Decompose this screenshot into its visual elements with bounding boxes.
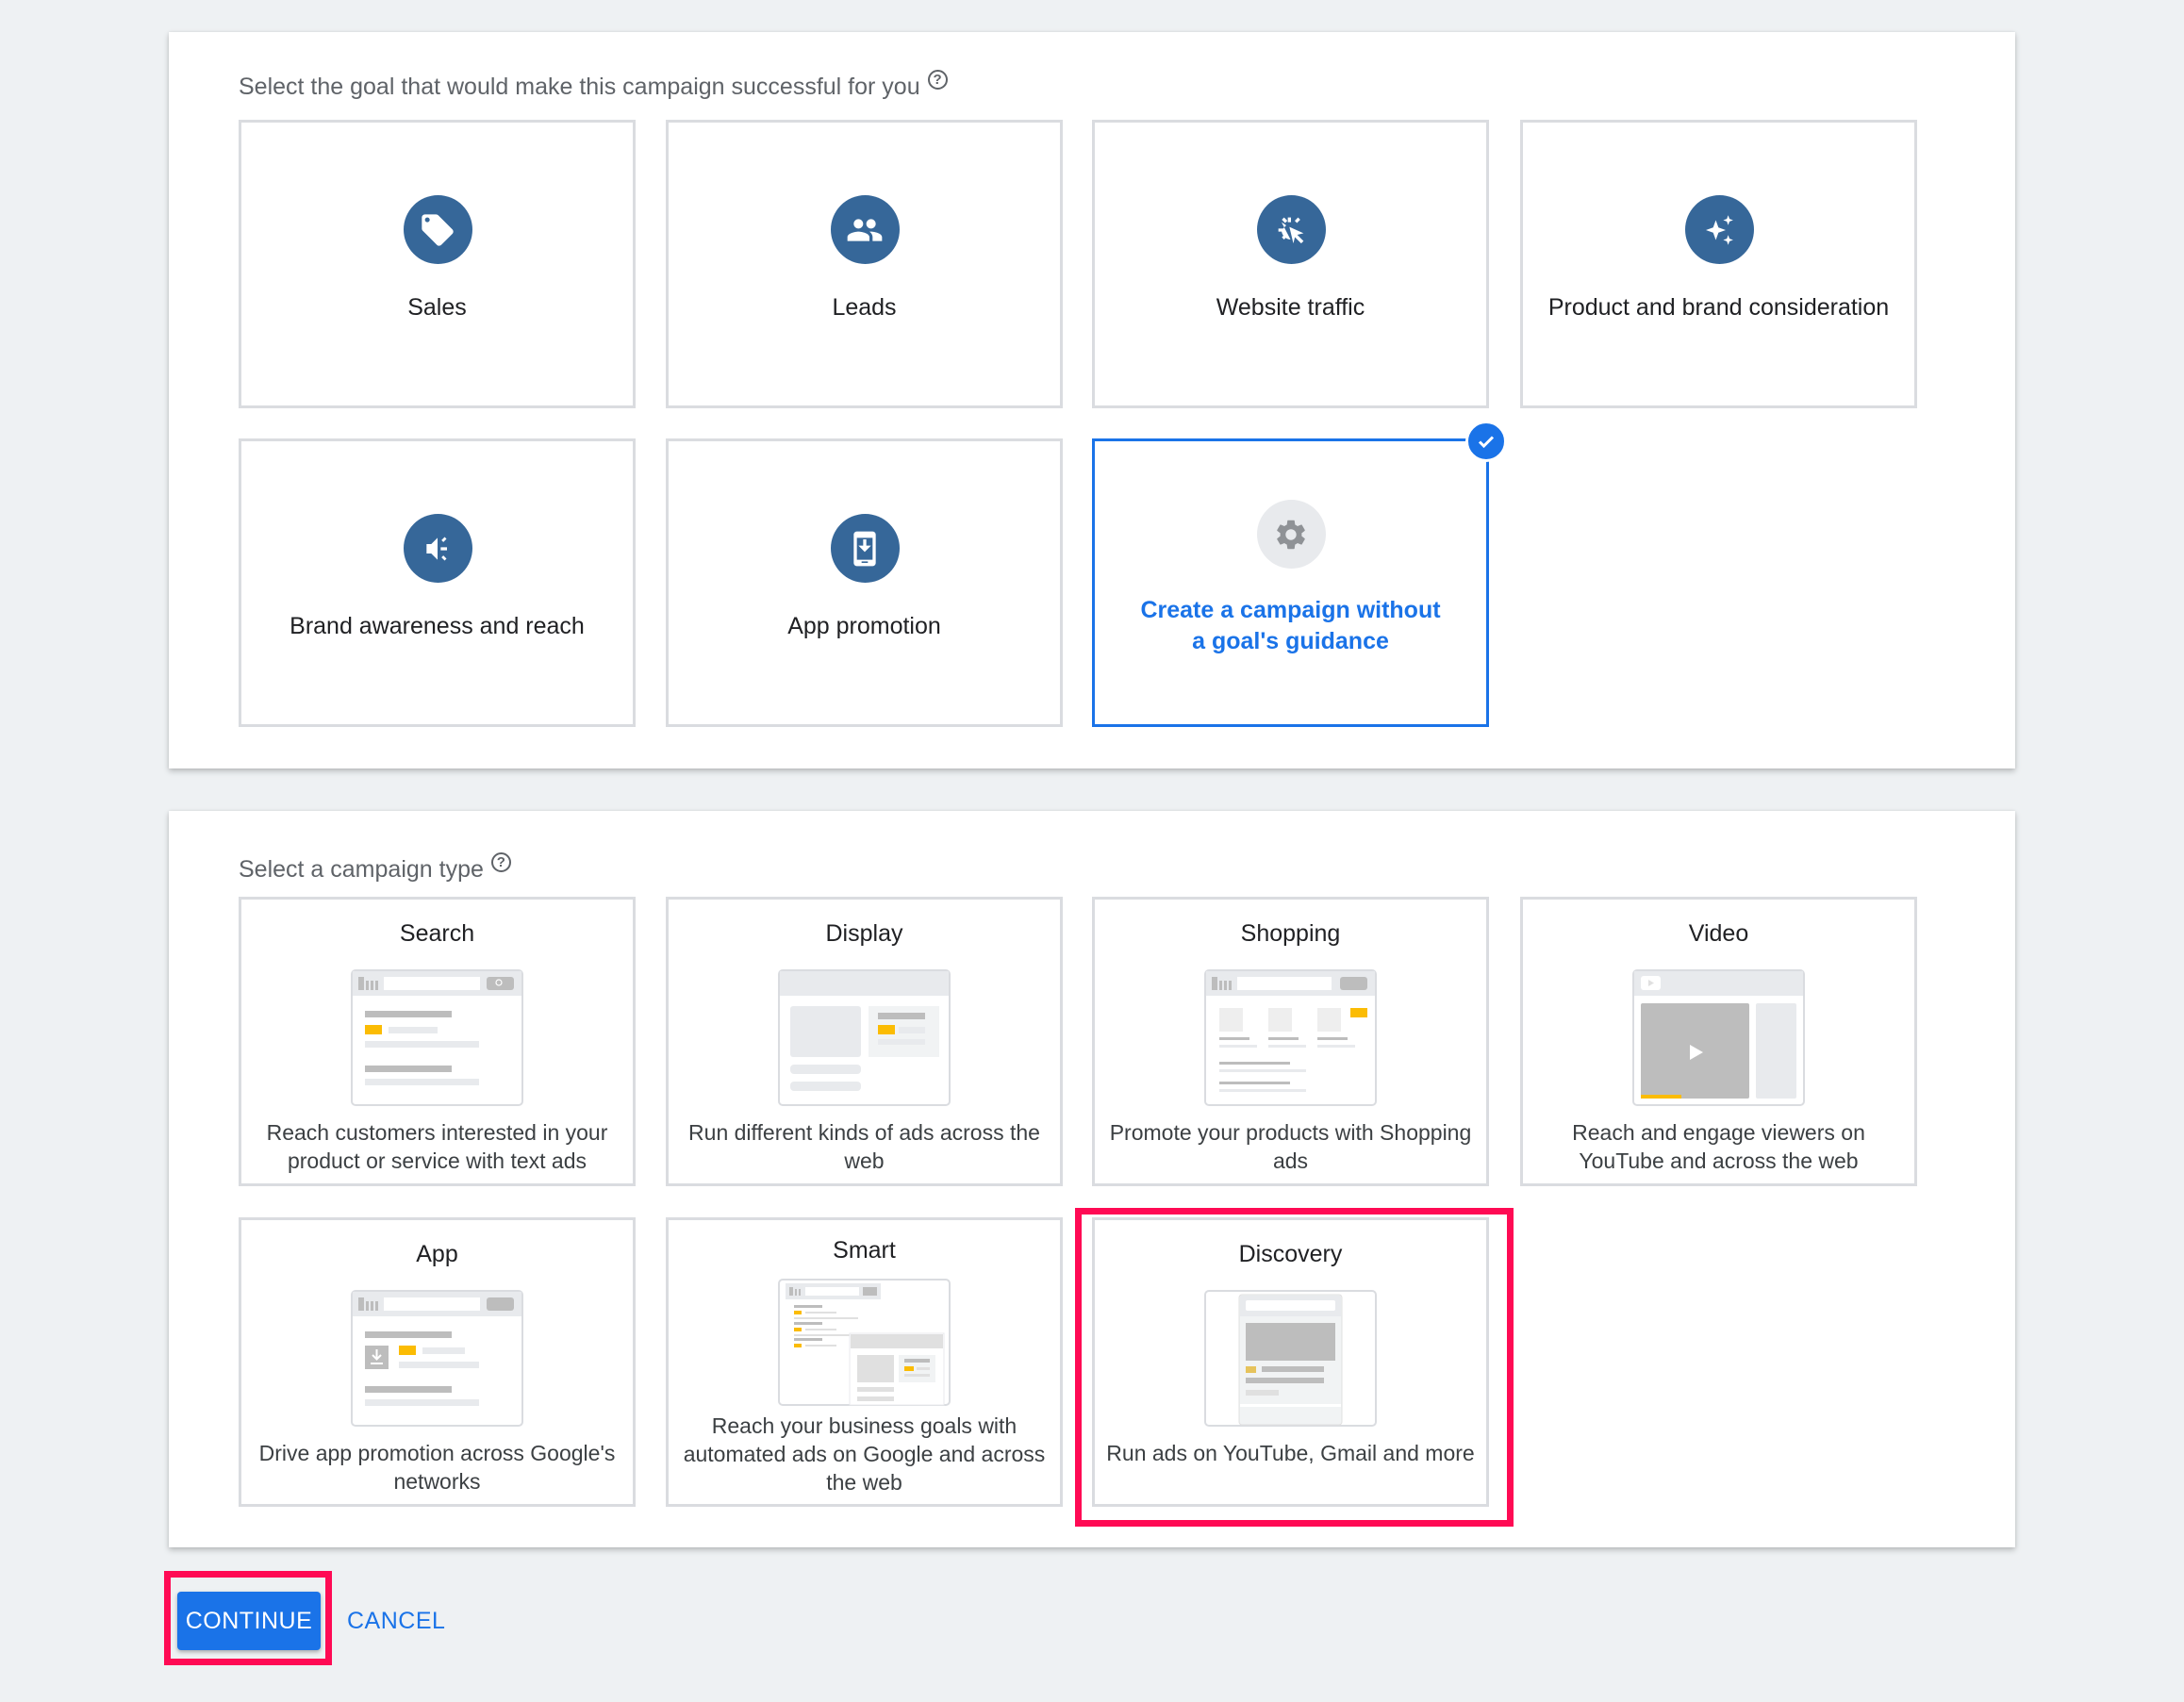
goal-selection-panel: Select the goal that would make this cam…	[169, 32, 2015, 768]
cursor-click-icon	[1256, 195, 1326, 264]
shopping-ad-illustration	[1203, 969, 1377, 1106]
campaign-type-description: Reach customers interested in your produ…	[266, 1120, 608, 1173]
campaign-type-display[interactable]: Display Run different kinds of ads acros…	[666, 897, 1063, 1186]
campaign-type-title: Display	[825, 920, 903, 947]
goal-card-product-brand-consideration[interactable]: Product and brand consideration	[1520, 120, 1917, 408]
campaign-type-description: Run ads on YouTube, Gmail and more	[1106, 1441, 1475, 1465]
goal-section-title: Select the goal that would make this cam…	[239, 74, 920, 100]
campaign-type-title: Search	[399, 920, 475, 947]
goal-label: Website traffic	[1216, 294, 1365, 321]
campaign-type-description: Promote your products with Shopping ads	[1109, 1120, 1472, 1173]
help-circle-icon[interactable]: ?	[490, 852, 511, 872]
campaign-type-description: Run different kinds of ads across the we…	[688, 1120, 1040, 1173]
campaign-type-title: App	[416, 1241, 458, 1267]
goal-label: Create a campaign without a goal's guida…	[1140, 597, 1441, 654]
tag-icon	[403, 195, 472, 264]
goal-label: Brand awareness and reach	[290, 613, 585, 639]
help-circle-icon[interactable]: ?	[927, 70, 948, 90]
goal-label: Leads	[832, 294, 897, 321]
campaign-type-app[interactable]: App Drive app promotion across Google's …	[239, 1217, 636, 1507]
search-ad-illustration	[350, 969, 523, 1106]
checkmark-icon	[1465, 421, 1507, 462]
campaign-type-shopping[interactable]: Shopping Promote your products with Shop…	[1092, 897, 1489, 1186]
campaign-type-panel: Select a campaign type ? Search Reach cu…	[169, 811, 2015, 1547]
campaign-type-description: Reach and engage viewers on YouTube and …	[1572, 1120, 1865, 1173]
goal-card-brand-awareness[interactable]: Brand awareness and reach	[239, 438, 636, 727]
megaphone-icon	[403, 514, 472, 583]
video-ad-illustration	[1631, 969, 1805, 1106]
people-icon	[830, 195, 900, 264]
campaign-type-title: Smart	[833, 1237, 896, 1264]
goal-label: App promotion	[787, 613, 941, 639]
goal-card-no-guidance[interactable]: Create a campaign without a goal's guida…	[1092, 421, 1507, 727]
goal-label: Sales	[407, 294, 467, 321]
type-section-heading: Select a campaign type ?	[239, 852, 511, 884]
sparkle-icon	[1684, 195, 1754, 264]
goal-card-website-traffic[interactable]: Website traffic	[1092, 120, 1489, 408]
goal-label: Product and brand consideration	[1547, 294, 1890, 321]
type-section-title: Select a campaign type	[239, 856, 484, 883]
goal-card-leads[interactable]: Leads	[666, 120, 1063, 408]
campaign-type-discovery[interactable]: Discovery Run ads on YouTube, Gmail and …	[1092, 1217, 1489, 1507]
discovery-ad-illustration	[1203, 1290, 1377, 1427]
goal-card-sales[interactable]: Sales	[239, 120, 636, 408]
campaign-type-search[interactable]: Search Reach customers interested in you…	[239, 897, 636, 1186]
continue-button[interactable]: CONTINUE	[177, 1592, 321, 1650]
phone-download-icon	[830, 514, 900, 583]
campaign-type-video[interactable]: Video Reach and engage viewers on YouTub…	[1520, 897, 1917, 1186]
smart-ad-illustration	[777, 1279, 951, 1406]
goal-section-heading: Select the goal that would make this cam…	[239, 70, 948, 101]
display-ad-illustration	[777, 969, 951, 1106]
campaign-type-description: Reach your business goals with automated…	[683, 1413, 1046, 1495]
campaign-type-title: Discovery	[1238, 1241, 1343, 1267]
campaign-type-smart[interactable]: Smart Reach your business goals with aut…	[666, 1217, 1063, 1507]
cancel-button[interactable]: CANCEL	[338, 1592, 455, 1650]
campaign-type-description: Drive app promotion across Google's netw…	[258, 1441, 616, 1494]
goal-card-app-promotion[interactable]: App promotion	[666, 438, 1063, 727]
campaign-type-title: Video	[1688, 920, 1749, 947]
campaign-type-title: Shopping	[1240, 920, 1341, 947]
app-ad-illustration	[350, 1290, 523, 1427]
gear-icon	[1256, 500, 1326, 569]
